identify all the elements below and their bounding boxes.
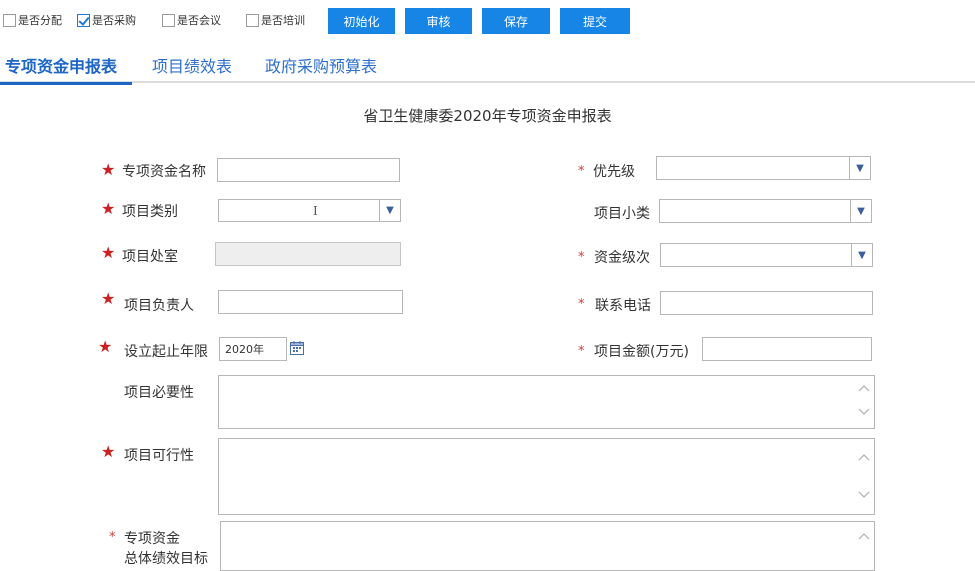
fund-level-label: 资金级次: [594, 250, 650, 266]
fund-level-select[interactable]: ▼: [660, 243, 873, 267]
scroll-down-icon[interactable]: [858, 408, 870, 416]
fund-name-input[interactable]: [217, 158, 400, 182]
project-category-select[interactable]: ▼: [218, 199, 401, 222]
required-star: ★: [101, 160, 116, 179]
project-category-label: 项目类别: [122, 204, 178, 220]
project-office-label: 项目处室: [122, 249, 178, 265]
phone-input[interactable]: [660, 291, 873, 315]
scroll-up-icon[interactable]: [858, 384, 870, 392]
period-label: 设立起止年限: [124, 344, 208, 360]
calendar-icon[interactable]: [289, 340, 305, 356]
phone-label: 联系电话: [595, 298, 651, 314]
tab-procurement-budget[interactable]: 政府采购预算表: [265, 53, 377, 77]
priority-select[interactable]: ▼: [656, 156, 871, 180]
project-leader-label: 项目负责人: [124, 298, 194, 314]
checkbox-allocate[interactable]: 是否分配: [3, 11, 62, 29]
init-button[interactable]: 初始化: [328, 8, 395, 34]
necessity-label: 项目必要性: [124, 385, 194, 401]
required-star: *: [109, 530, 116, 545]
amount-label: 项目金额(万元): [594, 344, 689, 360]
checkbox-allocate-box[interactable]: [3, 13, 16, 27]
dropdown-arrow-icon[interactable]: ▼: [851, 244, 872, 266]
text-cursor-icon: I: [313, 204, 318, 218]
required-star: ★: [101, 199, 116, 218]
fund-goal-textarea[interactable]: [220, 521, 875, 571]
feasibility-textarea[interactable]: [218, 438, 875, 515]
fund-name-label: 专项资金名称: [122, 164, 206, 180]
required-star: *: [578, 297, 585, 312]
checkbox-procurement-label: 是否采购: [92, 14, 136, 27]
checkbox-training-box[interactable]: [246, 13, 259, 27]
scroll-up-icon[interactable]: [858, 453, 870, 461]
fund-goal-label: 专项资金: [124, 531, 180, 547]
subcategory-select[interactable]: ▼: [659, 199, 872, 223]
required-star: ★: [101, 243, 116, 262]
dropdown-arrow-icon[interactable]: ▼: [850, 200, 871, 222]
dropdown-arrow-icon[interactable]: ▼: [849, 157, 870, 179]
submit-button[interactable]: 提交: [560, 8, 630, 34]
required-star: ★: [101, 442, 116, 461]
period-input[interactable]: [219, 337, 287, 361]
form-title: 省卫生健康委2020年专项资金申报表: [363, 107, 612, 125]
fund-goal-label-line2: 总体绩效目标: [124, 551, 208, 567]
save-button[interactable]: 保存: [482, 8, 550, 34]
checkbox-procurement-box[interactable]: [77, 13, 90, 27]
review-button[interactable]: 审核: [405, 8, 472, 34]
required-star: ★: [98, 337, 113, 356]
checkbox-meeting-box[interactable]: [162, 13, 175, 27]
tab-active-indicator: [0, 82, 132, 85]
required-star: *: [578, 344, 585, 359]
project-office-input: [215, 242, 401, 266]
checkbox-procurement[interactable]: 是否采购: [77, 11, 136, 29]
required-star: *: [578, 250, 585, 265]
required-star: *: [578, 164, 585, 179]
priority-label: 优先级: [593, 164, 635, 180]
checkbox-training[interactable]: 是否培训: [246, 11, 305, 29]
necessity-textarea[interactable]: [218, 375, 875, 429]
project-leader-input[interactable]: [218, 290, 403, 314]
tab-performance[interactable]: 项目绩效表: [152, 53, 232, 77]
required-star: ★: [101, 289, 116, 308]
dropdown-arrow-icon[interactable]: ▼: [379, 200, 400, 221]
tab-bar-divider: [0, 81, 975, 83]
subcategory-label: 项目小类: [594, 206, 650, 222]
checkbox-training-label: 是否培训: [261, 14, 305, 27]
checkbox-meeting[interactable]: 是否会议: [162, 11, 221, 29]
checkbox-meeting-label: 是否会议: [177, 14, 221, 27]
amount-input[interactable]: [702, 337, 872, 361]
scroll-down-icon[interactable]: [858, 491, 870, 499]
checkbox-allocate-label: 是否分配: [18, 14, 62, 27]
tab-fund-application[interactable]: 专项资金申报表: [5, 53, 117, 77]
scroll-up-icon[interactable]: [858, 532, 870, 540]
feasibility-label: 项目可行性: [124, 448, 194, 464]
